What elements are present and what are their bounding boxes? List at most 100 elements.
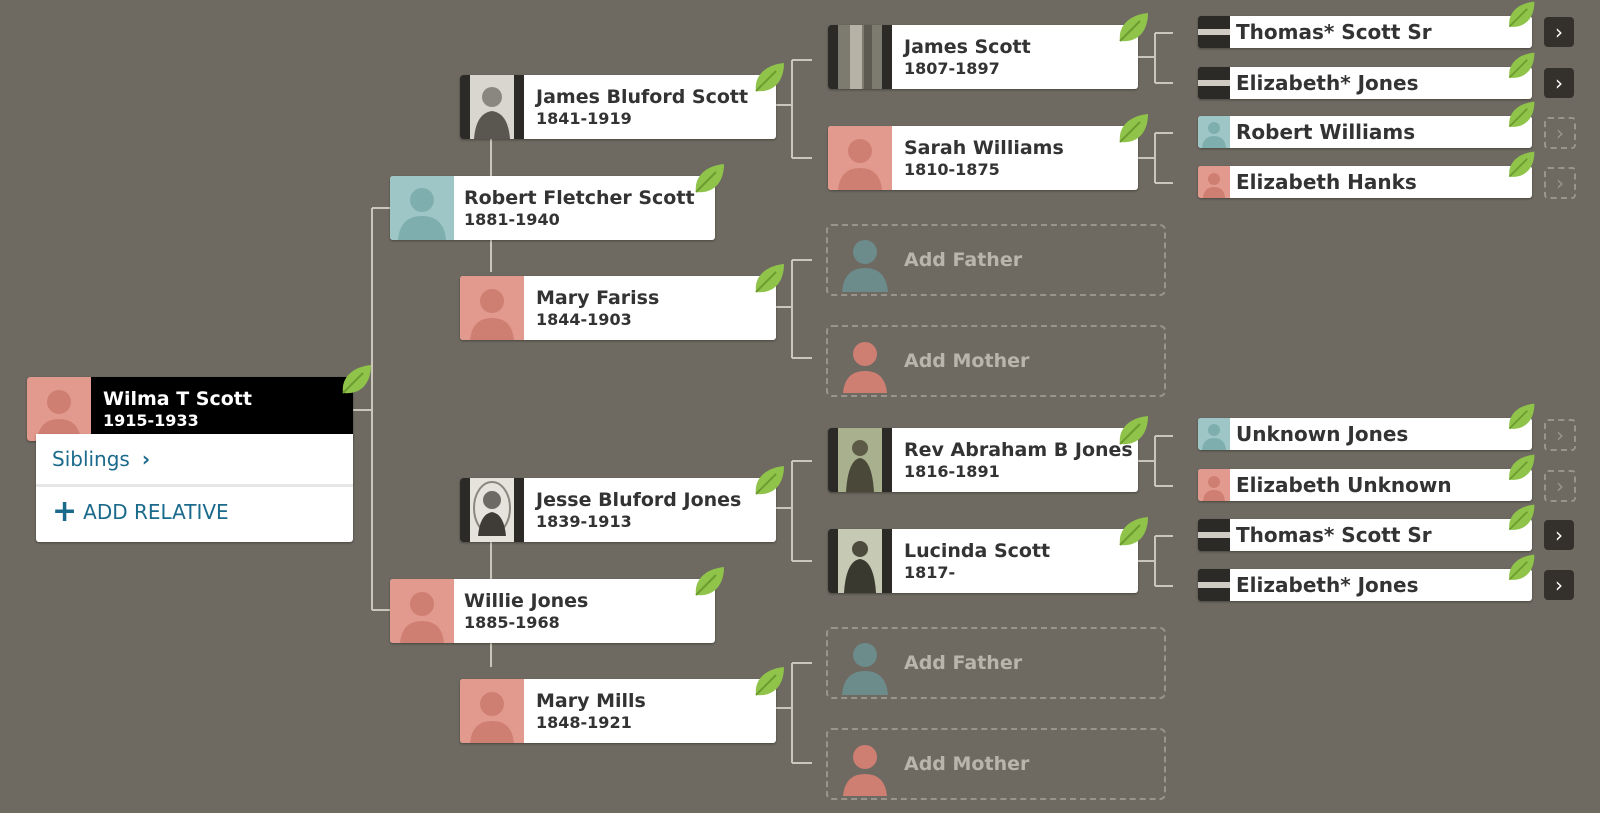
leaf-icon[interactable] <box>1504 400 1538 434</box>
person-name: Rev Abraham B Jones <box>904 439 1133 461</box>
ancestor-card[interactable]: Thomas* Scott Sr <box>1198 504 1535 551</box>
portrait-photo <box>1198 16 1230 48</box>
siblings-link[interactable]: Siblings › <box>36 434 353 487</box>
leaf-icon[interactable] <box>690 563 728 601</box>
male-silhouette-icon <box>1198 418 1230 450</box>
leaf-icon[interactable] <box>337 361 375 399</box>
person-name: Elizabeth Hanks <box>1236 170 1417 194</box>
person-name: Thomas* Scott Sr <box>1236 20 1432 44</box>
female-silhouette-icon <box>1198 469 1230 501</box>
ancestor-card[interactable]: Elizabeth* Jones <box>1198 52 1535 99</box>
add-relative-label: ADD RELATIVE <box>83 500 229 524</box>
portrait-photo <box>460 478 524 542</box>
leaf-icon[interactable] <box>1504 148 1538 182</box>
ancestor-card[interactable]: Robert Williams <box>1198 101 1535 148</box>
person-dates: 1844-1903 <box>536 310 632 329</box>
female-silhouette-icon <box>1198 166 1230 198</box>
person-dates: 1885-1968 <box>464 613 560 632</box>
person-name: James Bluford Scott <box>536 86 749 108</box>
leaf-icon[interactable] <box>750 59 788 97</box>
leaf-icon[interactable] <box>1504 501 1538 535</box>
leaf-icon[interactable] <box>1114 513 1152 551</box>
person-dates: 1848-1921 <box>536 713 632 732</box>
leaf-icon[interactable] <box>750 260 788 298</box>
portrait-photo <box>1198 569 1230 601</box>
plus-icon: + <box>52 494 78 529</box>
person-name: Mary Mills <box>536 690 646 712</box>
chevron-right-icon[interactable]: › <box>1544 68 1574 98</box>
leaf-icon[interactable] <box>1114 110 1152 148</box>
add-mother-button[interactable]: Add Mother <box>826 728 1166 800</box>
chevron-right-icon[interactable]: › <box>1544 520 1574 550</box>
great-grandparent-card[interactable]: Lucinda Scott 1817- <box>828 517 1148 593</box>
female-silhouette-icon <box>460 679 524 743</box>
person-dates: 1841-1919 <box>536 109 632 128</box>
leaf-icon[interactable] <box>690 160 728 198</box>
ancestor-card[interactable]: Elizabeth Unknown <box>1198 454 1535 501</box>
father-card[interactable]: Robert Fletcher Scott 1881-1940 <box>390 164 724 240</box>
leaf-icon[interactable] <box>1504 98 1538 132</box>
female-silhouette-icon <box>390 579 454 643</box>
chevron-right-icon[interactable]: › <box>1544 117 1576 149</box>
female-silhouette-icon <box>843 342 887 393</box>
add-mother-label: Add Mother <box>904 753 1030 775</box>
add-mother-button[interactable]: Add Mother <box>826 325 1166 397</box>
leaf-icon[interactable] <box>1114 9 1152 47</box>
person-name: Jesse Bluford Jones <box>536 489 742 511</box>
person-name: Unknown Jones <box>1236 422 1409 446</box>
great-grandparent-card[interactable]: James Scott 1807-1897 <box>828 13 1148 89</box>
person-dates: 1915-1933 <box>103 411 199 430</box>
chevron-right-icon[interactable]: › <box>1544 167 1576 199</box>
maternal-grandfather-card[interactable]: Jesse Bluford Jones 1839-1913 <box>460 466 784 542</box>
portrait-photo <box>1198 67 1230 99</box>
person-dates: 1817- <box>904 563 956 582</box>
leaf-icon[interactable] <box>1504 49 1538 83</box>
chevron-right-icon[interactable]: › <box>1544 570 1574 600</box>
person-name: James Scott <box>904 36 1031 58</box>
great-grandparent-card[interactable]: Sarah Williams 1810-1875 <box>828 114 1148 190</box>
male-silhouette-icon <box>1198 116 1230 148</box>
chevron-right-icon: › <box>141 447 151 471</box>
add-father-button[interactable]: Add Father <box>826 627 1166 699</box>
ancestor-card[interactable]: Unknown Jones <box>1198 403 1535 450</box>
siblings-label: Siblings <box>52 447 130 471</box>
add-father-button[interactable]: Add Father <box>826 224 1166 296</box>
leaf-icon[interactable] <box>1504 551 1538 585</box>
mother-card[interactable]: Willie Jones 1885-1968 <box>390 567 724 643</box>
chevron-right-icon[interactable]: › <box>1544 17 1574 47</box>
paternal-grandmother-card[interactable]: Mary Fariss 1844-1903 <box>460 264 784 340</box>
leaf-icon[interactable] <box>1504 0 1538 32</box>
male-silhouette-icon <box>390 176 454 240</box>
add-father-label: Add Father <box>904 652 1023 674</box>
person-name: Robert Williams <box>1236 120 1416 144</box>
great-grandparent-card[interactable]: Rev Abraham B Jones 1816-1891 <box>828 416 1148 492</box>
person-name: Mary Fariss <box>536 287 660 309</box>
add-mother-label: Add Mother <box>904 350 1030 372</box>
maternal-grandmother-card[interactable]: Mary Mills 1848-1921 <box>460 667 784 743</box>
portrait-photo <box>460 75 524 139</box>
focus-person-card[interactable]: Wilma T Scott 1915-1933 <box>27 365 371 441</box>
person-name: Sarah Williams <box>904 137 1064 159</box>
female-silhouette-icon <box>27 377 91 441</box>
ancestor-card[interactable]: Thomas* Scott Sr <box>1198 1 1535 48</box>
male-silhouette-icon <box>842 643 888 695</box>
add-relative-button[interactable]: + ADD RELATIVE <box>36 487 353 537</box>
female-silhouette-icon <box>828 126 892 190</box>
leaf-icon[interactable] <box>750 663 788 701</box>
chevron-right-icon[interactable]: › <box>1544 419 1576 451</box>
leaf-icon[interactable] <box>1114 412 1152 450</box>
person-name: Lucinda Scott <box>904 540 1051 562</box>
person-dates: 1881-1940 <box>464 210 560 229</box>
ancestor-card[interactable]: Elizabeth Hanks <box>1198 151 1535 198</box>
female-silhouette-icon <box>843 745 887 796</box>
ancestor-card[interactable]: Elizabeth* Jones <box>1198 554 1535 601</box>
person-name: Wilma T Scott <box>103 388 252 410</box>
portrait-photo <box>828 428 892 492</box>
leaf-icon[interactable] <box>750 462 788 500</box>
person-name: Willie Jones <box>464 590 589 612</box>
paternal-grandfather-card[interactable]: James Bluford Scott 1841-1919 <box>460 63 784 139</box>
leaf-icon[interactable] <box>1504 451 1538 485</box>
person-name: Elizabeth Unknown <box>1236 473 1452 497</box>
chevron-right-icon[interactable]: › <box>1544 470 1576 502</box>
focus-actions-panel: Siblings › + ADD RELATIVE <box>36 434 353 542</box>
